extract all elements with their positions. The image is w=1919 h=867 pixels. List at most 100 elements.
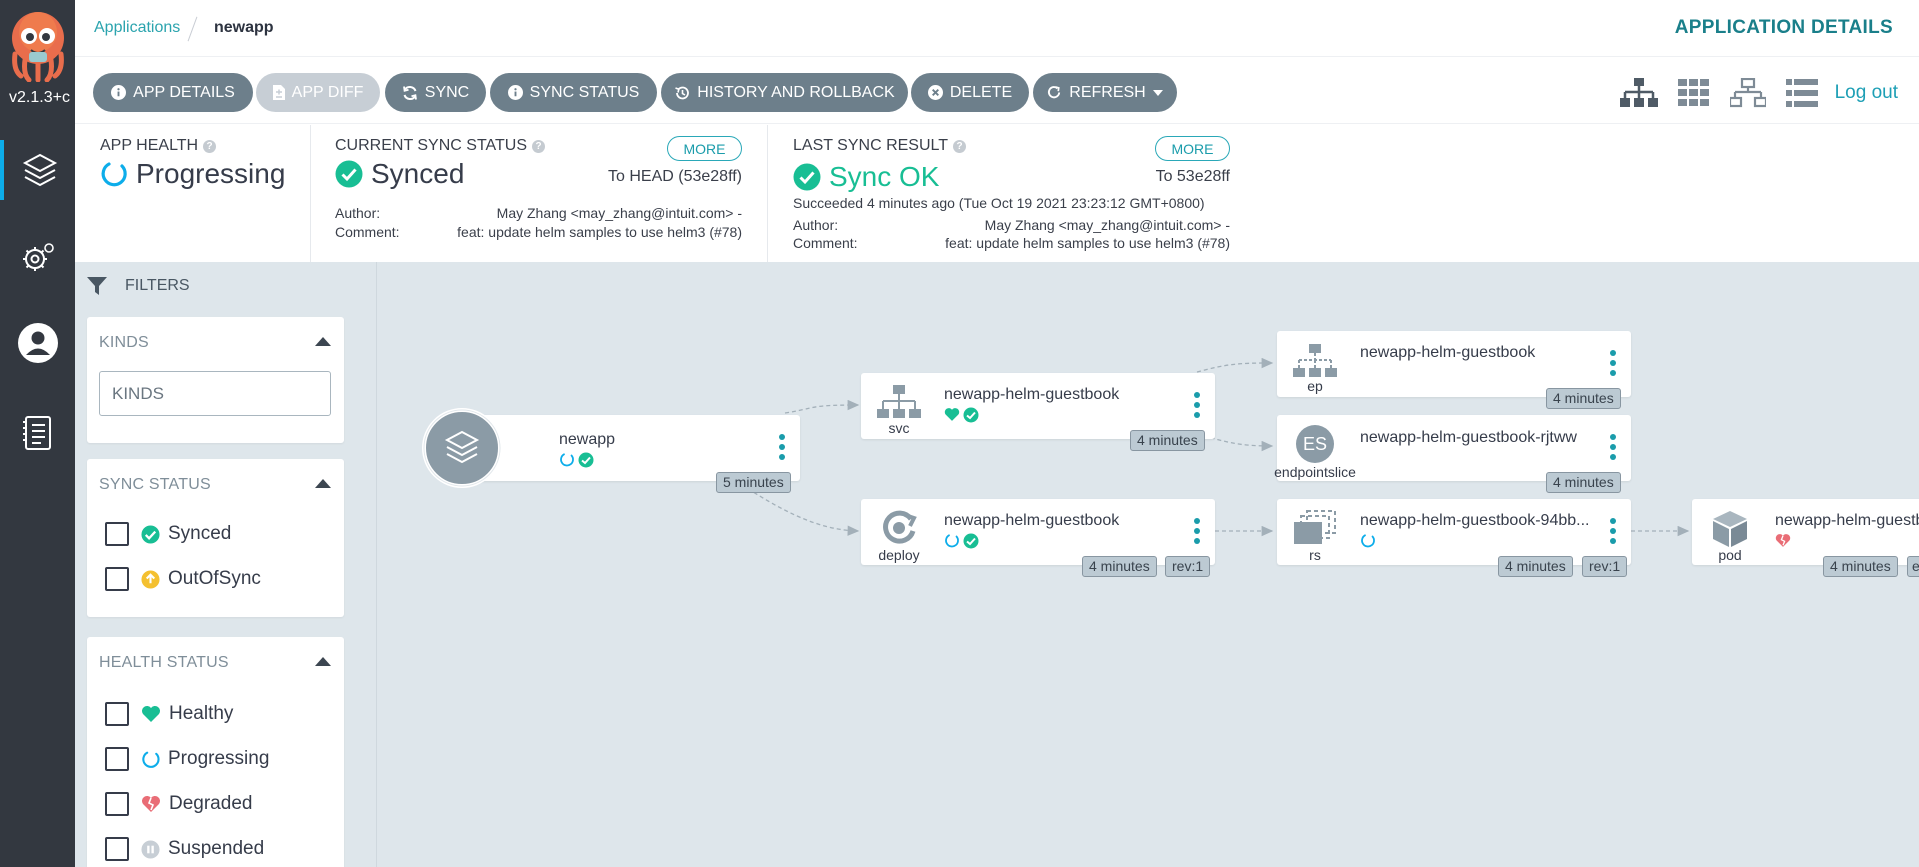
filter-option-suspended[interactable]: Suspended (105, 836, 264, 862)
nav-settings[interactable] (0, 228, 75, 288)
sync-label: SYNC (424, 83, 470, 101)
sync-status-value-row: Synced (335, 158, 464, 190)
endpointslice-badge-icon: ES (1296, 425, 1334, 463)
filter-option-synced[interactable]: Synced (105, 521, 231, 547)
deploy-node-name: newapp-helm-guestbook (944, 512, 1120, 529)
last-sync-value: Sync OK (829, 161, 940, 192)
logout-link[interactable]: Log out (1835, 82, 1898, 104)
kinds-filter-card: KINDS (87, 317, 344, 443)
caret-down-icon (1152, 89, 1163, 96)
nav-applications[interactable] (0, 140, 75, 200)
argo-logo[interactable] (9, 10, 67, 82)
toolbar: APP DETAILS APP DIFF SYNC SYNC STATUS HI… (75, 58, 1919, 124)
endpointslice-kind-icon-wrap: ES (1277, 425, 1353, 463)
filter-option-degraded[interactable]: Degraded (105, 791, 252, 817)
help-icon[interactable]: ? (532, 140, 546, 153)
filter-option-progressing[interactable]: Progressing (105, 746, 269, 772)
last-sync-value-row: Sync OK (793, 161, 939, 193)
progressing-checkbox[interactable] (105, 747, 129, 771)
sync-status-filter-card: SYNC STATUS Synced OutOfSync (87, 459, 344, 617)
ep-kind: ep (1307, 378, 1323, 394)
breadcrumb-applications[interactable]: Applications (94, 19, 180, 37)
sync-more-button[interactable]: MORE (667, 136, 742, 161)
app-health-value: Progressing (136, 158, 286, 189)
rs-node[interactable]: rs newapp-helm-guestbook-94bb... (1277, 499, 1631, 565)
pod-node-name: newapp-helm-guestb (1775, 512, 1919, 529)
help-icon[interactable]: ? (953, 140, 967, 153)
filters-panel: FILTERS KINDS SYNC STATUS Synced OutOfSy… (75, 262, 377, 867)
pod-node-extra-tag: e (1907, 556, 1919, 577)
app-diff-button[interactable]: APP DIFF (256, 73, 380, 112)
sync-status-value: Synced (371, 158, 465, 189)
app-node-menu-icon[interactable] (778, 434, 786, 460)
svc-node-menu-icon[interactable] (1193, 392, 1201, 418)
rs-node-status (1360, 533, 1376, 549)
app-node-name: newapp (559, 431, 616, 448)
nav-user-info[interactable] (0, 313, 75, 373)
healthy-label: Healthy (169, 703, 234, 724)
outofsync-label: OutOfSync (168, 568, 261, 589)
synced-icon (141, 524, 160, 544)
pods-view-button[interactable] (1673, 76, 1715, 110)
endpointslice-node-age: 4 minutes (1546, 472, 1621, 493)
info-icon (111, 85, 127, 100)
breadcrumb-separator (187, 16, 198, 42)
refresh-button[interactable]: REFRESH (1033, 73, 1177, 112)
list-view-button[interactable] (1781, 76, 1823, 110)
degraded-checkbox[interactable] (105, 792, 129, 816)
deploy-kind-icon-wrap (861, 509, 937, 547)
app-health-label: APP HEALTH (100, 137, 199, 154)
delete-label: DELETE (949, 83, 1013, 101)
app-details-button[interactable]: APP DETAILS (93, 73, 253, 112)
rs-node-menu-icon[interactable] (1609, 518, 1617, 544)
filters-header: FILTERS (87, 276, 190, 296)
filter-option-outofsync[interactable]: OutOfSync (105, 566, 261, 592)
deploy-node-status (944, 533, 979, 549)
collapse-caret-icon[interactable] (315, 657, 331, 666)
nav-documentation[interactable] (0, 403, 75, 463)
kinds-input[interactable] (99, 371, 331, 416)
network-view-button[interactable] (1727, 76, 1769, 110)
synced-label: Synced (168, 523, 232, 544)
pause-icon (141, 839, 160, 859)
service-icon (877, 385, 921, 418)
history-rollback-button[interactable]: HISTORY AND ROLLBACK (661, 73, 908, 112)
suspended-checkbox[interactable] (105, 837, 129, 861)
documentation-icon (22, 416, 51, 450)
sync-comment: feat: update helm samples to use helm3 (… (457, 224, 742, 240)
help-icon[interactable]: ? (203, 140, 217, 153)
last-sync-more-button[interactable]: MORE (1155, 136, 1230, 161)
delete-button[interactable]: DELETE (911, 73, 1029, 112)
resource-tree: newapp 5 minutes svc newapp-helm-guestbo… (377, 262, 1919, 867)
progressing-icon (945, 534, 959, 548)
ep-node-menu-icon[interactable] (1609, 350, 1617, 376)
tree-view-button[interactable] (1618, 76, 1660, 110)
info-icon (507, 85, 523, 100)
tree-view-icon (1620, 78, 1658, 107)
sync-button[interactable]: SYNC (385, 73, 486, 112)
ep-kind-icon-wrap (1277, 344, 1353, 378)
pod-node-status (1775, 533, 1791, 548)
progressing-icon (101, 162, 127, 187)
last-sync-label: LAST SYNC RESULT (793, 137, 949, 154)
sync-status-button[interactable]: SYNC STATUS (490, 73, 657, 112)
deploy-node[interactable]: deploy newapp-helm-guestbook (861, 499, 1215, 565)
filter-option-healthy[interactable]: Healthy (105, 701, 233, 727)
progressing-icon (1361, 534, 1375, 548)
progressing-icon (560, 453, 574, 467)
outofsync-checkbox[interactable] (105, 567, 129, 591)
deploy-node-menu-icon[interactable] (1193, 518, 1201, 544)
progressing-icon (142, 751, 160, 768)
synced-checkbox[interactable] (105, 522, 129, 546)
ep-node-age: 4 minutes (1546, 388, 1621, 409)
sync-status-label: CURRENT SYNC STATUS (335, 137, 528, 154)
filters-title: FILTERS (125, 277, 190, 294)
check-circle-icon (335, 160, 363, 188)
collapse-caret-icon[interactable] (315, 479, 331, 488)
healthy-checkbox[interactable] (105, 702, 129, 726)
pod-kind: pod (1718, 547, 1742, 563)
rs-node-rev: rev:1 (1582, 556, 1628, 577)
sync-icon (402, 85, 417, 100)
collapse-caret-icon[interactable] (315, 337, 331, 346)
endpointslice-node-menu-icon[interactable] (1609, 434, 1617, 460)
